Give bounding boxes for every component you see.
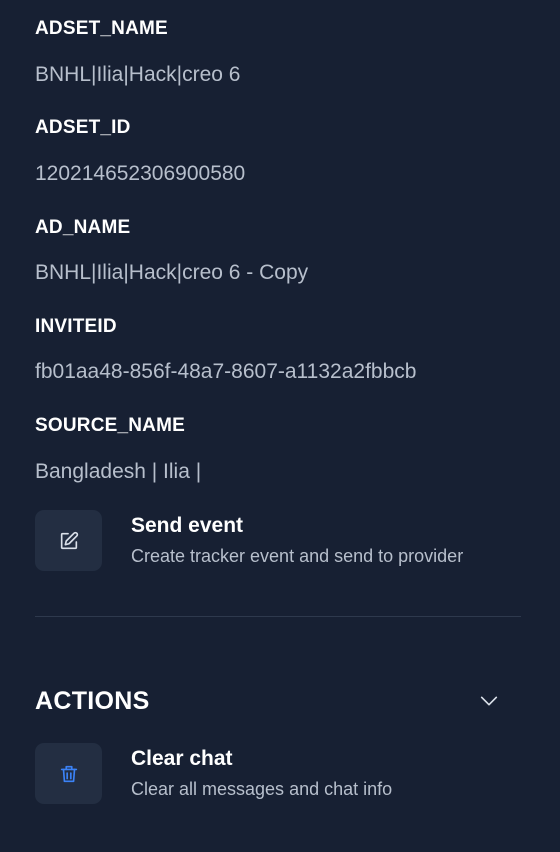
clear-chat-subtitle: Clear all messages and chat info <box>131 779 393 799</box>
send-event-button[interactable]: Send event Create tracker event and send… <box>35 510 525 572</box>
send-event-icon-box <box>35 510 102 571</box>
send-event-subtitle: Create tracker event and send to provide… <box>131 546 464 566</box>
actions-section-title: ACTIONS <box>35 687 150 715</box>
field-label-ad-name: AD_NAME <box>35 217 131 238</box>
field-value-adset-id: 120214652306900580 <box>35 162 246 185</box>
clear-chat-button[interactable]: Clear chat Clear all messages and chat i… <box>35 743 525 805</box>
field-value-ad-name: BNHL|Ilia|Hack|creo 6 - Copy <box>35 261 309 284</box>
field-value-adset-name: BNHL|Ilia|Hack|creo 6 <box>35 63 241 86</box>
field-value-invite-id: fb01aa48-856f-48a7-8607-a1132a2fbbcb <box>35 360 417 383</box>
field-label-invite-id: INVITEID <box>35 316 117 337</box>
field-label-adset-name: ADSET_NAME <box>35 18 168 39</box>
actions-collapse-toggle[interactable] <box>472 684 506 718</box>
field-value-source-name: Bangladesh | Ilia | <box>35 460 202 483</box>
details-panel: ADSET_NAME BNHL|Ilia|Hack|creo 6 ADSET_I… <box>0 0 560 852</box>
edit-icon <box>60 531 78 549</box>
field-label-source-name: SOURCE_NAME <box>35 415 185 436</box>
clear-chat-title: Clear chat <box>131 747 233 770</box>
clear-chat-icon-box <box>35 743 102 804</box>
trash-icon <box>60 765 77 782</box>
chevron-down-icon <box>480 696 498 706</box>
section-divider <box>35 616 521 617</box>
send-event-title: Send event <box>131 514 244 537</box>
field-label-adset-id: ADSET_ID <box>35 117 131 138</box>
